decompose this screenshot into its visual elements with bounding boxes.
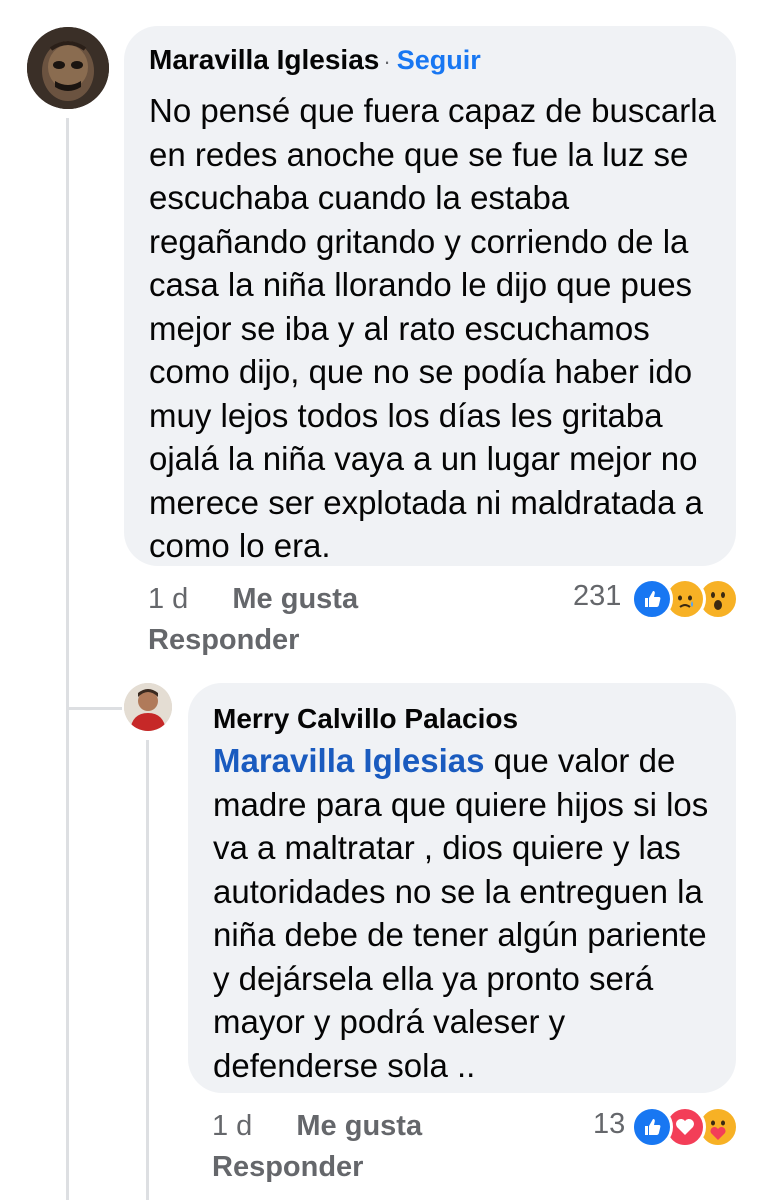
like-button[interactable]: Me gusta [232,583,358,615]
reaction-count[interactable]: 231 [573,580,621,613]
comment-author[interactable]: Maravilla Iglesias [149,44,379,75]
masked-face-avatar-image [27,27,109,109]
like-icon[interactable] [631,578,673,620]
like-icon[interactable] [631,1106,673,1148]
comment-text: No pensé que fuera capaz de buscarla en … [149,92,716,564]
avatar[interactable] [27,27,109,109]
reply-time[interactable]: 1 d [212,1110,252,1142]
reply-avatar[interactable] [124,683,172,731]
thread-line [66,118,69,1200]
reply-author[interactable]: Merry Calvillo Palacios [213,703,518,735]
reply-reaction-count[interactable]: 13 [593,1108,625,1141]
comment-time[interactable]: 1 d [148,583,188,615]
reply-thread-line [146,740,149,1200]
reply-text-block: Maravilla Iglesias que valor de madre pa… [213,739,718,1087]
reply-actions: 1 d Me gusta [212,1110,422,1143]
separator-dot: · [383,49,391,74]
comment-bubble: Maravilla Iglesias · Seguir No pensé que f… [124,26,736,566]
reply-text: que valor de madre para que quiere hijos… [213,742,709,1084]
reply-button[interactable]: Responder [148,624,299,657]
follow-button[interactable]: Seguir [397,45,481,75]
reply-like-button[interactable]: Me gusta [296,1110,422,1142]
reply-reply-button[interactable]: Responder [212,1151,363,1184]
mention-link[interactable]: Maravilla Iglesias [213,742,485,779]
thread-connector [66,707,122,710]
person-avatar-image [124,683,172,731]
reply-bubble: Merry Calvillo Palacios Maravilla Iglesi… [188,683,736,1093]
comment-actions: 1 d Me gusta [148,583,358,616]
